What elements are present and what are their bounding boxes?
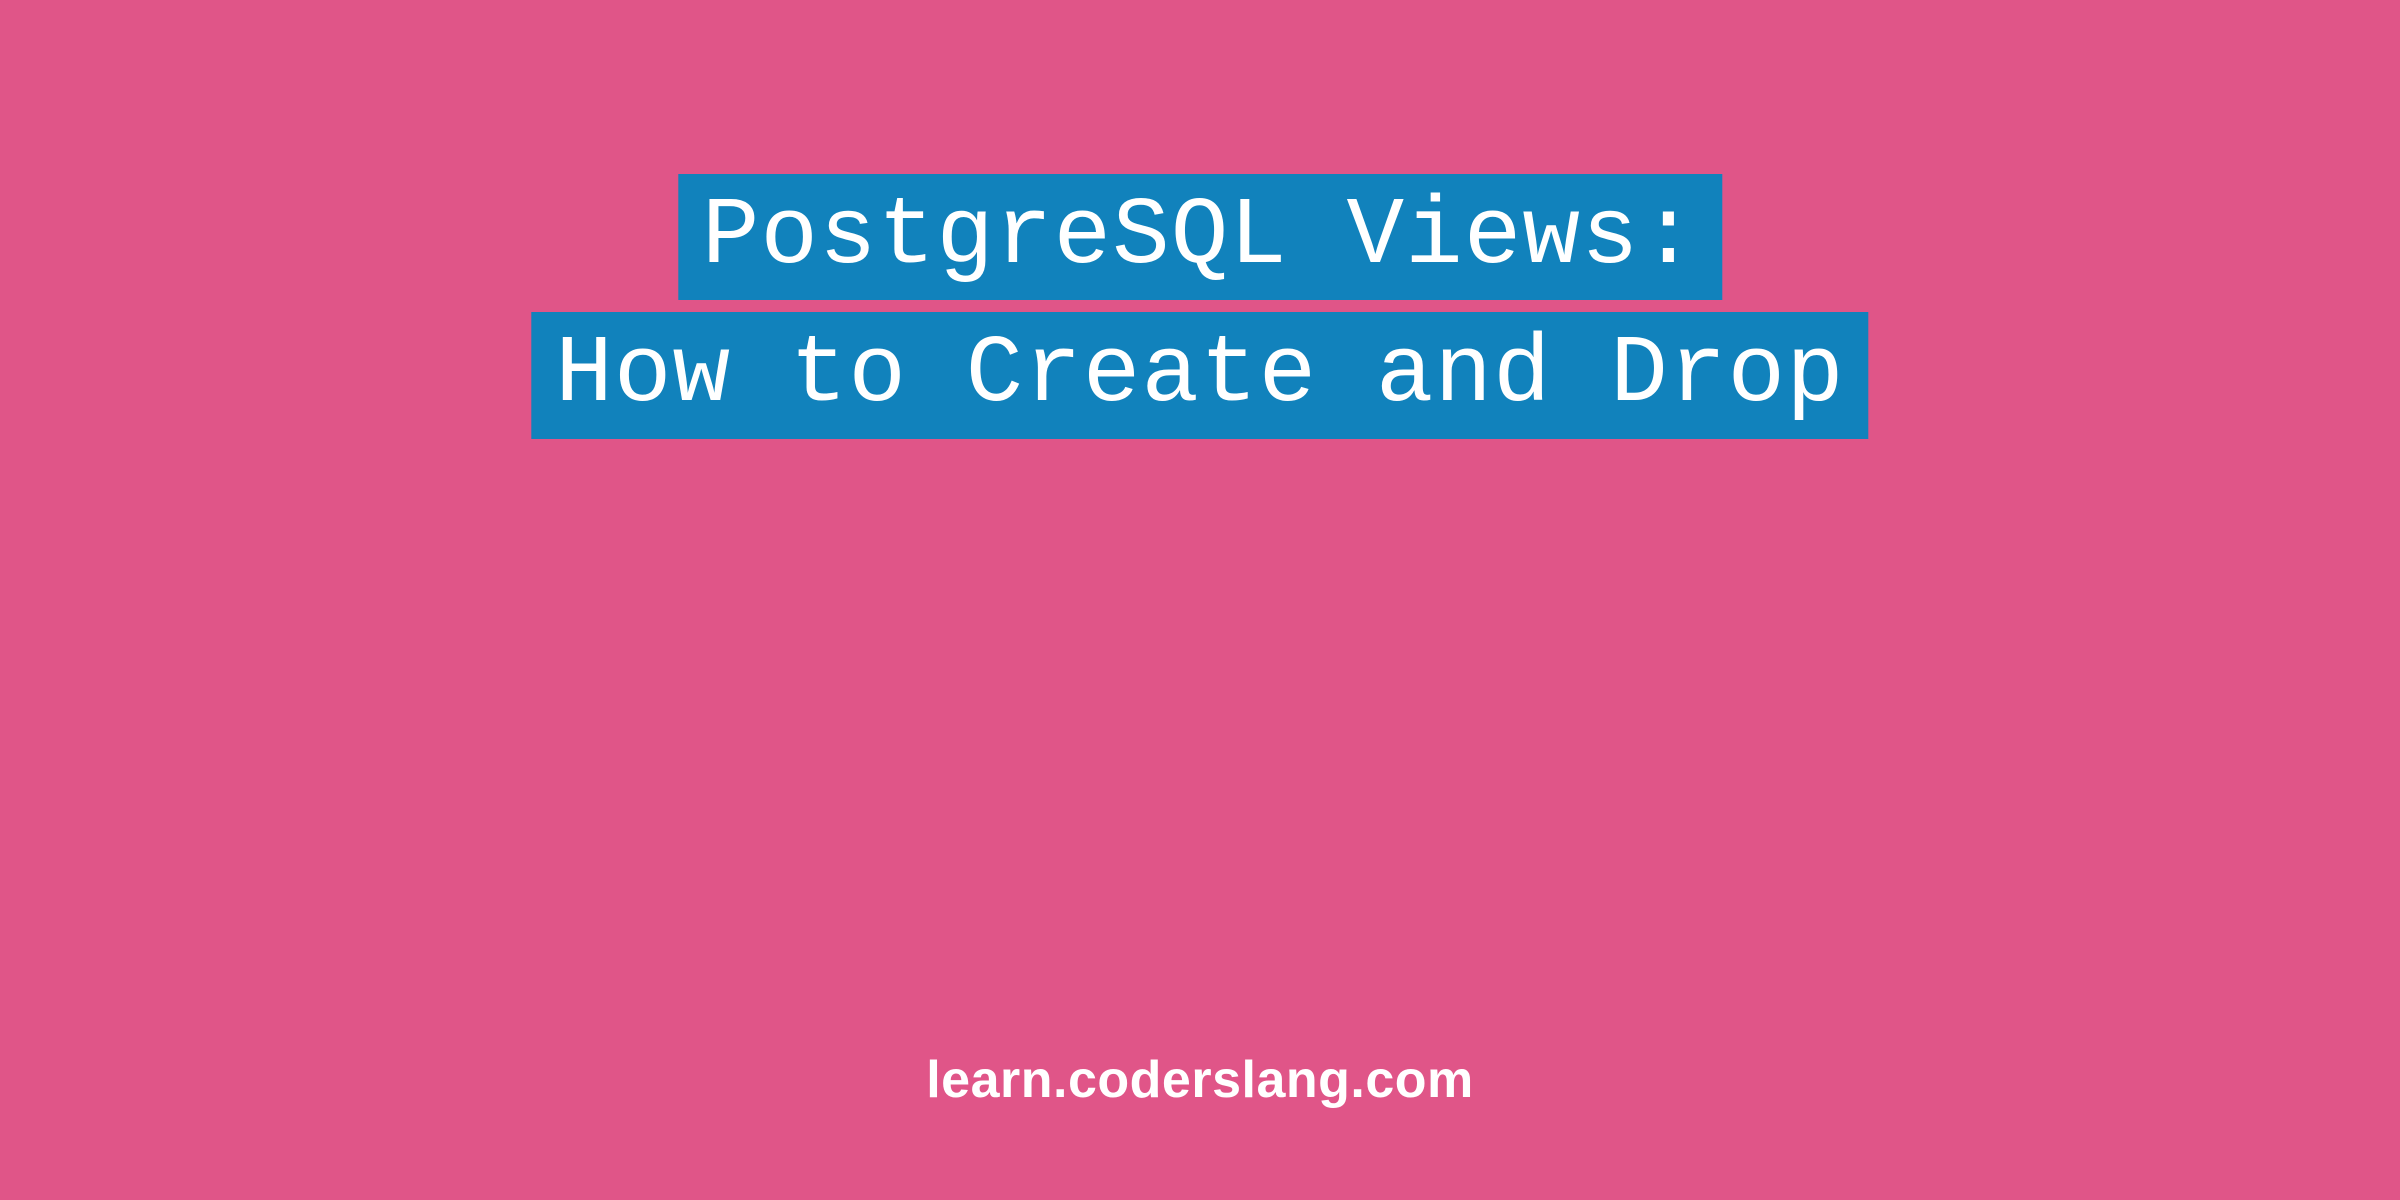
- article-title: PostgreSQL Views: How to Create and Drop: [531, 174, 1868, 439]
- title-line-1: PostgreSQL Views:: [678, 174, 1722, 300]
- site-attribution: learn.coderslang.com: [926, 1050, 1474, 1110]
- title-line-2: How to Create and Drop: [531, 312, 1868, 438]
